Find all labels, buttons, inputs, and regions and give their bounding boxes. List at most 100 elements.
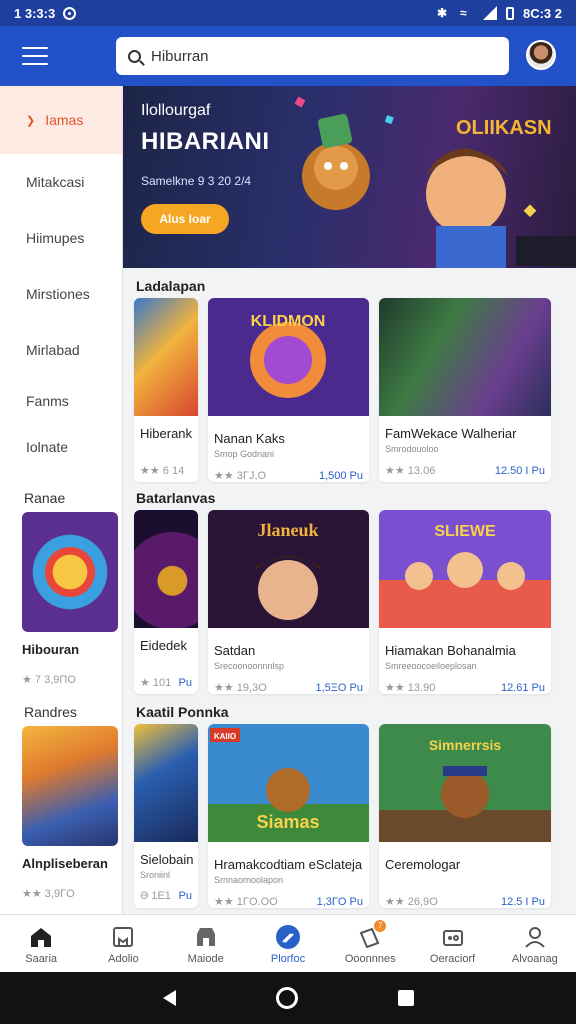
card-art-title: SLIEWE	[434, 523, 496, 540]
banner-subtitle: Ilollourgaf	[141, 102, 211, 119]
game-thumbnail: Simnerrsis	[379, 724, 551, 842]
sidebar-section-title: Ranae	[24, 490, 66, 506]
card-title: Hiberank	[140, 426, 193, 441]
card-price: 12.50 I Pu	[494, 464, 545, 477]
nav-item-games[interactable]: Oeraciorf	[411, 915, 493, 972]
banner-cta-button[interactable]: Alus Ioar	[141, 204, 229, 234]
sidebar-item-label: Iolnate	[26, 439, 69, 455]
card-rating: ★★ 3,9ΓO	[22, 888, 75, 900]
game-card[interactable]: SLIEWE Hiamakan Bohanalmia Smreeoocoeilo…	[379, 510, 551, 694]
battery-icon	[505, 6, 514, 20]
hero-banner[interactable]: Ilollourgaf HIBARIANI Samelkne 9 3 20 2/…	[123, 86, 576, 268]
nav-label: Plorfoc	[270, 953, 306, 965]
card-rating: ★★ 19,3O	[214, 682, 267, 694]
card-meta: Sroniinl	[140, 870, 171, 880]
bookmark-icon	[113, 927, 134, 947]
card-meta: Smrodouoloo	[385, 444, 439, 454]
sidebar-item[interactable]: Mirlabad	[0, 322, 122, 378]
home-icon	[31, 928, 52, 947]
game-row: Eidedek ★ 101 Pu Jlaneuk Satdan Srecoonoo…	[134, 510, 551, 710]
status-clock: 8C:3 2	[522, 5, 562, 21]
game-thumbnail: Jlaneuk	[208, 510, 369, 628]
card-art-title: Siamas	[256, 812, 319, 832]
avatar[interactable]	[526, 40, 556, 70]
nav-item-bookmark[interactable]: Adolio	[82, 915, 164, 972]
game-thumbnail: SLIEWE	[379, 510, 551, 628]
sidebar-item[interactable]: Mirstiones	[0, 266, 122, 322]
wifi-icon: ≈	[459, 6, 467, 20]
card-meta: Smop Godnani	[214, 449, 275, 459]
sidebar-card[interactable]: Alnpliseberan ★★ 3,9ΓO	[22, 726, 118, 900]
game-card[interactable]: Eidedek ★ 101 Pu	[134, 510, 198, 694]
sidebar-item[interactable]: Fanms	[0, 378, 122, 424]
status-time: 1 3:3:3	[14, 5, 56, 21]
sync-icon	[63, 6, 77, 20]
sidebar-section-title: Randres	[24, 704, 77, 720]
sidebar-card[interactable]: Hibouran ★ 7 3,9ΠO	[22, 512, 118, 686]
sidebar-item-active[interactable]: ❯ Iamas	[0, 86, 122, 154]
card-price: Pu	[178, 890, 192, 902]
bluetooth-icon: ✱	[436, 6, 448, 20]
card-rating: ★★ 3ΓJ,O	[214, 470, 267, 482]
card-meta	[385, 875, 551, 885]
sidebar-item[interactable]: Iolnate	[0, 424, 122, 470]
game-card[interactable]: KLIDMON Nanan Kaks Smop Godnani ★★ 3ΓJ,O…	[208, 298, 369, 482]
card-price: 1,500 Pu	[318, 469, 363, 482]
card-rating: Ə 1E1	[140, 890, 171, 902]
nav-item-explore[interactable]: Plorfoc	[247, 915, 329, 972]
game-card[interactable]: Jlaneuk Satdan Srecoonoonnnlsp ★★ 19,3O 1…	[208, 510, 369, 694]
card-rating: ★★ 13.90	[385, 682, 436, 694]
card-title: Hiamakan Bohanalmia	[385, 643, 516, 658]
nav-label: Adolio	[108, 953, 139, 965]
card-art-title: KLIDMON	[251, 313, 326, 330]
game-thumbnail	[134, 510, 198, 628]
back-icon[interactable]	[162, 990, 176, 1006]
game-card[interactable]: Hiberank ★★ 6 14	[134, 298, 198, 482]
home-button-icon[interactable]	[275, 987, 298, 1009]
search-icon	[128, 49, 141, 63]
app-bar	[0, 26, 576, 86]
sidebar-item[interactable]: Mitakcasi	[0, 154, 122, 210]
nav-item-home[interactable]: Saaria	[0, 915, 82, 972]
recent-apps-icon[interactable]	[397, 990, 414, 1006]
game-card[interactable]: KAIIO Siamas Hramakcodtiam eSclateja Srn…	[208, 724, 369, 908]
menu-icon[interactable]	[22, 47, 48, 65]
store-icon	[196, 928, 215, 946]
nav-label: Saaria	[25, 953, 58, 965]
card-art-title: Jlaneuk	[257, 520, 318, 540]
nav-label: Maiode	[187, 953, 224, 965]
card-rating: ★★ 26,9Ο	[385, 896, 438, 908]
game-card[interactable]: Sielobain Sroniinl Ə 1E1 Pu	[134, 724, 198, 908]
search-box[interactable]	[116, 37, 509, 75]
nav-item-offers[interactable]: 7 Ooonnnes	[329, 915, 411, 972]
nav-label: Oeraciorf	[429, 953, 476, 965]
card-price: 1,3ΓΟ Pu	[316, 895, 363, 908]
banner-illustration: OLIIKASN	[294, 96, 576, 268]
nav-item-account[interactable]: Alvoanag	[494, 915, 576, 972]
banner-title: HIBARIANI	[141, 128, 270, 155]
sidebar-item[interactable]: Hiimupes	[0, 210, 122, 266]
section-title: Ladalapan	[136, 278, 206, 294]
game-row: Hiberank ★★ 6 14 KLIDMON Nanan Kaks Smop…	[134, 298, 551, 498]
card-title: Satdan	[214, 643, 256, 658]
card-title: Eidedek	[140, 638, 187, 653]
signal-icon	[482, 6, 497, 20]
card-price: 12.5 I Pu	[500, 895, 545, 908]
card-title: Nanan Kaks	[214, 431, 285, 446]
status-bar: 1 3:3:3 ✱ ≈ 8C:3 2	[0, 0, 576, 26]
chevron-right-icon: ❯	[26, 114, 36, 127]
card-title: Hramakcodtiam eSclateja	[214, 857, 363, 872]
game-card[interactable]: FamWekace Walheriar Smrodouoloo ★★ 13.06…	[379, 298, 551, 482]
card-rating: ★★ 6 14	[140, 465, 185, 477]
nav-item-store[interactable]: Maiode	[165, 915, 247, 972]
game-row: Sielobain Sroniinl Ə 1E1 Pu KAIIO Siamas …	[134, 724, 551, 924]
game-card[interactable]: Simnerrsis Ceremologar ★★ 26,9Ο 12.5 I Pu	[379, 724, 551, 908]
banner-date: Samelkne 9 3 20 2/4	[141, 174, 252, 188]
compass-icon	[275, 925, 300, 949]
card-rating: ★★ 13.06	[385, 465, 436, 477]
card-art-title: Simnerrsis	[429, 737, 502, 753]
card-title: Hibouran	[22, 642, 80, 657]
game-thumbnail	[134, 298, 198, 416]
search-input[interactable]	[151, 47, 471, 65]
card-meta: Smreeoocoeiloeplosan	[385, 661, 477, 671]
